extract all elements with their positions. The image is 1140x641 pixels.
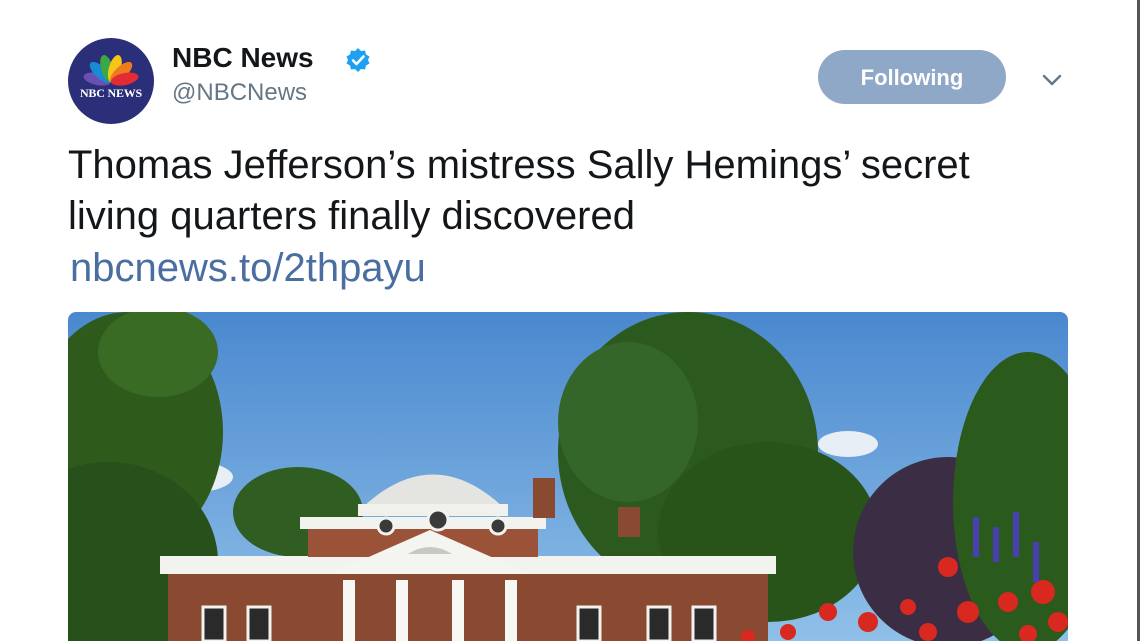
- author-name[interactable]: NBC News: [172, 42, 314, 74]
- nbc-peacock-logo: [83, 54, 139, 86]
- monticello-photo: [68, 312, 1068, 641]
- tweet-text: Thomas Jefferson’s mistress Sally Heming…: [68, 143, 970, 238]
- avatar[interactable]: NBC NEWS: [68, 38, 154, 124]
- avatar-label: NBC NEWS: [79, 86, 143, 100]
- tweet-link[interactable]: nbcnews.to/2thpayu: [70, 246, 426, 291]
- verified-badge-icon: [346, 48, 370, 72]
- chevron-down-icon[interactable]: [1040, 68, 1064, 92]
- following-button[interactable]: Following: [818, 50, 1006, 104]
- author-handle[interactable]: @NBCNews: [172, 79, 307, 107]
- tweet-media-image[interactable]: [68, 312, 1068, 641]
